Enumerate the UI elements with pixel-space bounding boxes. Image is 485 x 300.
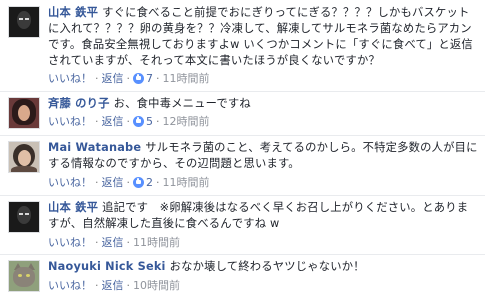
- comment-actions: いいね！ · 返信 · 11時間前: [48, 236, 180, 250]
- separator-dot: ·: [126, 176, 131, 189]
- avatar[interactable]: [8, 141, 40, 173]
- comment-author[interactable]: Naoyuki Nick Seki: [48, 260, 166, 273]
- like-badge-icon[interactable]: [133, 73, 144, 84]
- comment-body: Mai Watanabe サルモネラ菌のこと、考えてるのかしら。不特定多数の人が目…: [48, 140, 479, 189]
- comment-text: おなか壊して終わるヤツじゃないか！: [169, 260, 365, 273]
- like-link[interactable]: いいね！: [48, 279, 92, 292]
- like-link[interactable]: いいね！: [48, 115, 92, 128]
- separator-dot: ·: [95, 279, 99, 292]
- comment-item: 山本 鉄平 追記です ※卵解凍後はなるべく早くお召し上がりください。とありますが、…: [0, 195, 485, 255]
- comment-item: Mai Watanabe サルモネラ菌のこと、考えてるのかしら。不特定多数の人が目…: [0, 135, 485, 196]
- avatar-eye: [25, 18, 29, 20]
- separator-dot: ·: [156, 115, 160, 128]
- comment-body: 斉藤 のり子 お、食中毒メニューですね いいね！ · 返信 · 5 · 12時間前: [48, 96, 479, 128]
- avatar[interactable]: [8, 260, 40, 292]
- comment-item: 斉藤 のり子 お、食中毒メニューですね いいね！ · 返信 · 5 · 12時間前: [0, 91, 485, 136]
- comment-text-block: 山本 鉄平 追記です ※卵解凍後はなるべく早くお召し上がりください。とありますが、…: [48, 200, 479, 232]
- avatar-cat-face: [13, 267, 35, 287]
- comment-author[interactable]: 斉藤 のり子: [48, 97, 110, 110]
- comment-body: 山本 鉄平 追記です ※卵解凍後はなるべく早くお召し上がりください。とありますが、…: [48, 200, 479, 249]
- reply-link[interactable]: 返信: [102, 236, 124, 249]
- avatar[interactable]: [8, 201, 40, 233]
- comment-thread: 山本 鉄平 すぐに食べること前提でおにぎりってにぎる？？？？しかもバスケットに入れ…: [0, 0, 485, 300]
- reply-link[interactable]: 返信: [102, 72, 124, 85]
- timestamp[interactable]: 11時間前: [163, 176, 210, 189]
- comment-actions: いいね！ · 返信 · 2 · 11時間前: [48, 176, 210, 190]
- comment-item: 山本 鉄平 すぐに食べること前提でおにぎりってにぎる？？？？しかもバスケットに入れ…: [0, 0, 485, 92]
- separator-dot: ·: [126, 279, 131, 292]
- timestamp[interactable]: 12時間前: [163, 115, 210, 128]
- like-count[interactable]: 5: [146, 115, 153, 128]
- like-badge-icon[interactable]: [133, 116, 144, 127]
- like-link[interactable]: いいね！: [48, 236, 92, 249]
- comment-author[interactable]: 山本 鉄平: [48, 201, 98, 214]
- avatar-face: [18, 150, 31, 166]
- comment-item: Naoyuki Nick Seki おなか壊して終わるヤツじゃないか！ いいね！ ·…: [0, 254, 485, 300]
- avatar-cat-eye: [26, 274, 30, 277]
- separator-dot: ·: [95, 72, 99, 85]
- avatar[interactable]: [8, 6, 40, 38]
- like-badge-icon[interactable]: [133, 177, 144, 188]
- comment-text: お、食中毒メニューですね: [113, 97, 251, 110]
- separator-dot: ·: [126, 115, 131, 128]
- avatar-face: [17, 11, 31, 29]
- reply-link[interactable]: 返信: [102, 115, 124, 128]
- separator-dot: ·: [156, 72, 160, 85]
- avatar-face: [18, 105, 30, 121]
- avatar-face: [17, 206, 31, 224]
- comment-text-block: 斉藤 のり子 お、食中毒メニューですね: [48, 96, 479, 112]
- avatar-cat-eye: [18, 274, 22, 277]
- avatar-shoulders: [11, 166, 37, 172]
- like-link[interactable]: いいね！: [48, 72, 92, 85]
- timestamp[interactable]: 11時間前: [163, 72, 210, 85]
- avatar-eye: [19, 18, 23, 20]
- comment-author[interactable]: Mai Watanabe: [48, 141, 141, 154]
- like-count[interactable]: 2: [146, 176, 153, 189]
- comment-body: Naoyuki Nick Seki おなか壊して終わるヤツじゃないか！ いいね！ ·…: [48, 259, 479, 292]
- comment-text-block: 山本 鉄平 すぐに食べること前提でおにぎりってにぎる？？？？しかもバスケットに入れ…: [48, 5, 479, 69]
- comment-text-block: Mai Watanabe サルモネラ菌のこと、考えてるのかしら。不特定多数の人が目…: [48, 140, 479, 172]
- reply-link[interactable]: 返信: [102, 176, 124, 189]
- like-count[interactable]: 7: [146, 72, 153, 85]
- avatar[interactable]: [8, 97, 40, 129]
- comment-body: 山本 鉄平 すぐに食べること前提でおにぎりってにぎる？？？？しかもバスケットに入れ…: [48, 5, 479, 85]
- separator-dot: ·: [156, 176, 160, 189]
- comment-actions: いいね！ · 返信 · 7 · 11時間前: [48, 72, 210, 86]
- comment-actions: いいね！ · 返信 · 10時間前: [48, 279, 180, 293]
- like-link[interactable]: いいね！: [48, 176, 92, 189]
- timestamp[interactable]: 10時間前: [133, 279, 180, 292]
- separator-dot: ·: [95, 236, 99, 249]
- comment-actions: いいね！ · 返信 · 5 · 12時間前: [48, 115, 210, 129]
- comment-text: 追記です ※卵解凍後はなるべく早くお召し上がりください。とありますが、自然解凍し…: [48, 201, 469, 230]
- comment-author[interactable]: 山本 鉄平: [48, 6, 98, 19]
- reply-link[interactable]: 返信: [102, 279, 124, 292]
- separator-dot: ·: [95, 176, 99, 189]
- avatar-eye: [25, 213, 29, 215]
- comment-text: すぐに食べること前提でおにぎりってにぎる？？？？しかもバスケットに入れて？？？？…: [48, 6, 473, 67]
- separator-dot: ·: [95, 115, 99, 128]
- avatar-eye: [19, 213, 23, 215]
- timestamp[interactable]: 11時間前: [133, 236, 180, 249]
- comment-text-block: Naoyuki Nick Seki おなか壊して終わるヤツじゃないか！: [48, 259, 479, 275]
- separator-dot: ·: [126, 72, 131, 85]
- separator-dot: ·: [126, 236, 131, 249]
